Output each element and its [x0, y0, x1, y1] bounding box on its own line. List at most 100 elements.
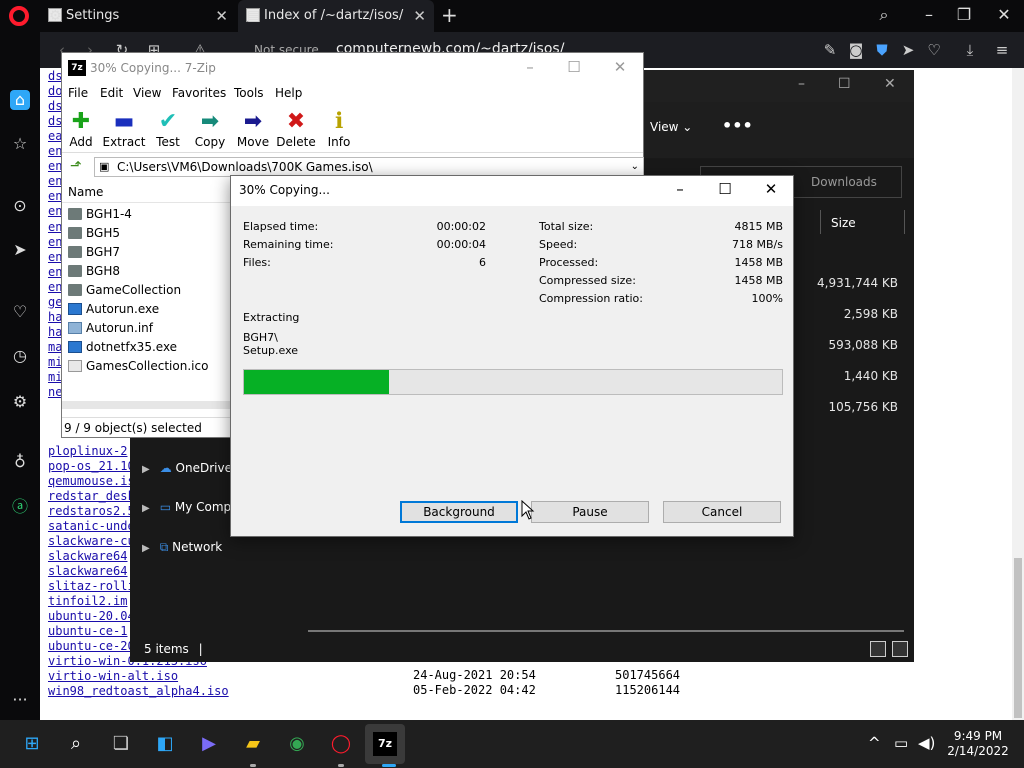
volume-icon[interactable]: ◀)	[918, 734, 935, 752]
nav-item-my-computer[interactable]: ▶ ▭ My Comp	[142, 500, 231, 514]
maximize-icon[interactable]: ☐	[715, 180, 735, 198]
chevron-down-icon[interactable]: ⌄	[631, 158, 639, 176]
heart-icon[interactable]: ♡	[10, 302, 30, 322]
file-link[interactable]: redstaros2.5	[48, 504, 135, 518]
edit-icon[interactable]: ✎	[820, 41, 840, 59]
file-link[interactable]: qemumouse.is	[48, 474, 135, 488]
file-list-item[interactable]: BGH8	[68, 262, 120, 280]
folder-up-icon[interactable]: ⬏	[70, 158, 82, 174]
menu-tools[interactable]: Tools	[234, 86, 264, 100]
file-link[interactable]: slackware-cu	[48, 534, 135, 548]
file-list-item[interactable]: Autorun.exe	[68, 300, 159, 318]
file-link[interactable]: slitaz-rolli	[48, 579, 135, 593]
sevenzip-taskbar-icon[interactable]: 7z	[373, 732, 397, 756]
network-icon[interactable]: ▭	[894, 734, 908, 752]
task-view-icon[interactable]: ❏	[109, 732, 133, 756]
clock[interactable]: 9:49 PM 2/14/2022	[940, 729, 1016, 759]
download-icon[interactable]: ⤓	[960, 41, 980, 59]
path-field[interactable]: ▣ C:\Users\VM6\Downloads\700K Games.iso\…	[94, 157, 644, 177]
minimize-icon[interactable]: –	[918, 5, 940, 24]
close-tab-icon[interactable]: ✕	[413, 0, 426, 32]
search-icon[interactable]: ⌕	[873, 5, 895, 25]
tab-index-isos[interactable]: ▤ Index of /~dartz/isos/ ✕	[238, 0, 434, 32]
tiles-view-icon[interactable]	[892, 641, 908, 657]
minimize-icon[interactable]: –	[520, 58, 540, 76]
aria-icon[interactable]: ⓐ	[10, 497, 30, 517]
menu-file[interactable]: File	[68, 86, 88, 100]
file-list-item[interactable]: BGH5	[68, 224, 120, 242]
file-link[interactable]: redstar_desk	[48, 489, 135, 503]
new-tab-button[interactable]: +	[441, 3, 458, 27]
widgets-icon[interactable]: ◧	[153, 732, 177, 756]
shield-icon[interactable]: ⛊	[872, 41, 892, 59]
menu-icon[interactable]: ≡	[992, 41, 1012, 59]
bulb-icon[interactable]: ♁	[10, 452, 30, 472]
file-list-item[interactable]: Autorun.inf	[68, 319, 153, 337]
send-icon[interactable]: ➤	[898, 41, 918, 59]
pause-button[interactable]: Pause	[531, 501, 649, 523]
extract-button[interactable]: ▬ Extract	[102, 109, 146, 149]
column-separator[interactable]	[820, 210, 821, 234]
nav-item-network[interactable]: ▶ ⧉ Network	[142, 540, 222, 555]
page-scrollbar[interactable]	[1012, 68, 1024, 720]
menu-edit[interactable]: Edit	[100, 86, 123, 100]
view-menu-button[interactable]: View ⌄	[650, 120, 692, 134]
close-icon[interactable]: ✕	[884, 76, 896, 92]
file-link[interactable]: ubuntu-ce-20	[48, 639, 135, 653]
opera-logo-icon[interactable]	[9, 6, 29, 26]
info-button[interactable]: ℹ Info	[317, 109, 361, 149]
file-list-item[interactable]: GameCollection	[68, 281, 181, 299]
background-button[interactable]: Background	[400, 501, 518, 523]
player-icon[interactable]: ⊙	[10, 196, 30, 216]
file-list-item[interactable]: BGH1-4	[68, 205, 132, 223]
file-link[interactable]: pop-os_21.10	[48, 459, 135, 473]
copy-button[interactable]: ➡ Copy	[188, 109, 232, 149]
file-link[interactable]: virtio-win-alt.iso	[48, 669, 178, 683]
home-icon[interactable]: ⌂	[10, 90, 30, 110]
file-link[interactable]: slackware64	[48, 549, 127, 563]
more-options-button[interactable]: •••	[722, 116, 753, 135]
size-column-header[interactable]: Size	[831, 216, 856, 230]
chevron-up-icon[interactable]: ^	[868, 734, 881, 752]
camera-icon[interactable]: ◙	[846, 41, 866, 59]
file-explorer-icon[interactable]: ▰	[241, 732, 265, 756]
add-button[interactable]: ✚ Add	[59, 109, 103, 149]
file-link[interactable]: satanic-unde	[48, 519, 135, 533]
file-link[interactable]: ubuntu-20.04	[48, 609, 135, 623]
chat-icon[interactable]: ▶	[197, 732, 221, 756]
file-link[interactable]: slackware64	[48, 564, 127, 578]
file-link[interactable]: ubuntu-ce-1	[48, 624, 127, 638]
delete-button[interactable]: ✖ Delete	[274, 109, 318, 149]
file-link[interactable]: tinfoil2.im	[48, 594, 127, 608]
column-separator[interactable]	[904, 210, 905, 234]
minimize-icon[interactable]: –	[798, 76, 805, 92]
search-icon[interactable]: ⌕	[64, 732, 88, 756]
name-column-header[interactable]: Name	[62, 181, 232, 203]
history-icon[interactable]: ◷	[10, 346, 30, 366]
settings-icon[interactable]: ⚙	[10, 392, 30, 412]
horizontal-scrollbar[interactable]	[62, 401, 232, 409]
more-icon[interactable]: ···	[10, 690, 30, 710]
move-button[interactable]: ➡ Move	[231, 109, 275, 149]
nav-item-onedrive[interactable]: ▶ ☁ OneDrive	[142, 461, 232, 475]
file-list-item[interactable]: BGH7	[68, 243, 120, 261]
send-icon[interactable]: ➤	[10, 240, 30, 260]
test-button[interactable]: ✔ Test	[146, 109, 190, 149]
menu-help[interactable]: Help	[275, 86, 302, 100]
scroll-thumb[interactable]	[1014, 558, 1022, 718]
horizontal-scrollbar[interactable]	[308, 630, 904, 632]
close-window-icon[interactable]: ✕	[993, 5, 1015, 24]
maximize-icon[interactable]: ☐	[838, 76, 851, 92]
menu-favorites[interactable]: Favorites	[172, 86, 226, 100]
file-list-item[interactable]: GamesCollection.ico	[68, 357, 208, 375]
windows-start-icon[interactable]: ⊞	[20, 732, 44, 756]
tab-settings[interactable]: ⚙ Settings ✕	[40, 0, 236, 32]
cancel-button[interactable]: Cancel	[663, 501, 781, 523]
menu-view[interactable]: View	[133, 86, 161, 100]
maximize-icon[interactable]: ☐	[564, 58, 584, 76]
close-icon[interactable]: ✕	[610, 58, 630, 76]
file-link[interactable]: ploplinux-2	[48, 444, 127, 458]
star-icon[interactable]: ☆	[10, 134, 30, 154]
restore-icon[interactable]: ❐	[953, 5, 975, 24]
file-link[interactable]: win98_redtoast_alpha4.iso	[48, 684, 229, 698]
